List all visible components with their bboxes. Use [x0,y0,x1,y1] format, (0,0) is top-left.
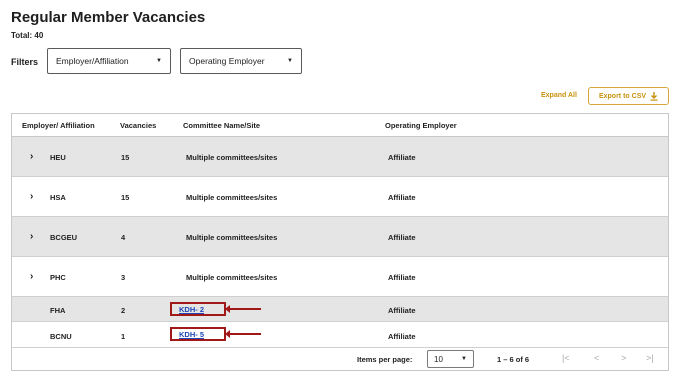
committee-link[interactable]: KDH- 5 [179,330,204,339]
operating-employer-cell: Affiliate [388,153,416,162]
table-row[interactable]: › HSA 15 Multiple committees/sites Affil… [12,177,668,217]
filters-label: Filters [11,57,39,67]
operating-employer-cell: Affiliate [388,233,416,242]
table-row: FHA 2 KDH- 2 Affiliate [12,297,668,322]
highlight-box: KDH- 2 [170,302,226,316]
table-row: BCNU 1 KDH- 5 Affiliate [12,322,668,348]
employer-affiliation-filter[interactable]: Employer/Affiliation ▼ [47,48,171,74]
column-header-committee: Committee Name/Site [183,121,261,130]
chevron-right-icon[interactable]: › [30,151,33,162]
committee-cell: Multiple committees/sites [186,153,278,162]
page-title: Regular Member Vacancies [11,9,206,26]
employer-cell: PHC [50,273,66,282]
vacancies-table: Employer/ Affiliation Vacancies Committe… [11,113,669,371]
column-header-operating-employer: Operating Employer [385,121,457,130]
export-csv-button[interactable]: Export to CSV [588,87,669,105]
caret-down-icon: ▼ [156,58,162,64]
chevron-right-icon[interactable]: › [30,271,33,282]
download-icon [650,91,658,101]
paginator: Items per page: 10 ▼ 1 – 6 of 6 |< < > >… [12,348,668,370]
chevron-right-icon[interactable]: › [30,191,33,202]
page-range: 1 – 6 of 6 [497,355,530,364]
table-header: Employer/ Affiliation Vacancies Committe… [12,114,668,137]
vacancies-cell: 2 [121,306,126,315]
highlight-box: KDH- 5 [170,327,226,341]
operating-employer-cell: Affiliate [388,332,416,341]
vacancies-cell: 4 [121,233,126,242]
operating-employer-filter[interactable]: Operating Employer ▼ [180,48,302,74]
operating-employer-cell: Affiliate [388,193,416,202]
vacancies-cell: 15 [121,153,130,162]
first-page-button[interactable]: |< [562,353,570,363]
column-header-employer: Employer/ Affiliation [22,121,95,130]
vacancies-cell: 3 [121,273,126,282]
next-page-button[interactable]: > [621,353,626,363]
committee-link[interactable]: KDH- 2 [179,305,204,314]
committee-cell: Multiple committees/sites [186,273,278,282]
committee-cell: Multiple committees/sites [186,193,278,202]
items-per-page-value: 10 [434,354,443,364]
total-count: Total: 40 [11,31,44,40]
last-page-button[interactable]: >| [646,353,654,363]
employer-cell: FHA [50,306,66,315]
caret-down-icon: ▼ [287,58,293,64]
chevron-right-icon[interactable]: › [30,231,33,242]
committee-cell: Multiple committees/sites [186,233,278,242]
employer-cell: BCGEU [50,233,78,242]
employer-affiliation-filter-label: Employer/Affiliation [56,56,129,66]
table-row[interactable]: › HEU 15 Multiple committees/sites Affil… [12,137,668,177]
annotation-arrow [225,305,261,313]
table-row[interactable]: › PHC 3 Multiple committees/sites Affili… [12,257,668,297]
operating-employer-cell: Affiliate [388,306,416,315]
operating-employer-filter-label: Operating Employer [189,56,265,66]
items-per-page-label: Items per page: [357,355,413,364]
table-row[interactable]: › BCGEU 4 Multiple committees/sites Affi… [12,217,668,257]
vacancies-cell: 15 [121,193,130,202]
vacancies-cell: 1 [121,332,126,341]
previous-page-button[interactable]: < [594,353,599,363]
employer-cell: HEU [50,153,66,162]
items-per-page-select[interactable]: 10 ▼ [427,350,474,368]
column-header-vacancies: Vacancies [120,121,157,130]
export-csv-label: Export to CSV [598,92,647,100]
expand-all-link[interactable]: Expand All [541,92,577,99]
operating-employer-cell: Affiliate [388,273,416,282]
annotation-arrow [225,330,261,338]
employer-cell: HSA [50,193,66,202]
employer-cell: BCNU [50,332,72,341]
caret-down-icon: ▼ [461,356,467,362]
